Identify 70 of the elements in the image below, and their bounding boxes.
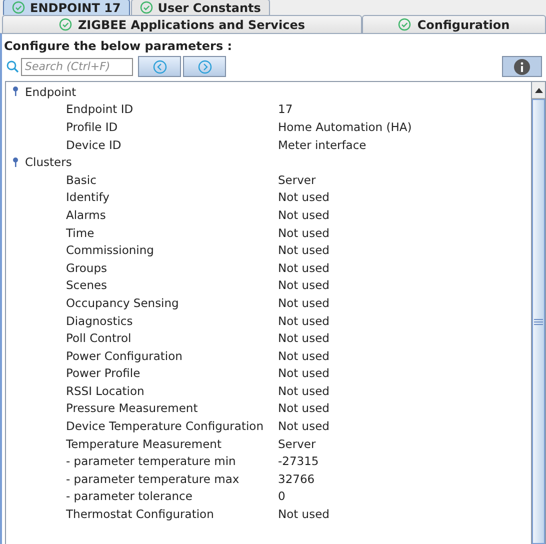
search-icon: [6, 60, 19, 73]
tab[interactable]: ENDPOINT 17: [3, 0, 130, 15]
parameter-value[interactable]: Not used: [278, 348, 330, 363]
parameter-label: Power Configuration: [65, 348, 184, 363]
previous-button[interactable]: [138, 56, 181, 77]
parameter-label: Diagnostics: [65, 314, 134, 328]
parameter-label: Endpoint ID: [65, 102, 134, 116]
parameter-label: Occupancy Sensing: [65, 296, 180, 310]
tree-toggle-icon[interactable]: [12, 86, 19, 98]
parameter-value[interactable]: Not used: [278, 208, 330, 222]
tab[interactable]: Configuration: [362, 15, 546, 33]
parameter-value[interactable]: Not used: [278, 507, 330, 522]
tab[interactable]: ZIGBEE Applications and Services: [2, 15, 362, 33]
parameter-label: - parameter temperature max: [65, 472, 240, 486]
parameter-label: Scenes: [65, 278, 108, 292]
check-circle-icon: [12, 1, 25, 14]
parameter-label: Identify: [65, 190, 110, 204]
tree-group-label[interactable]: Clusters: [25, 155, 72, 170]
section-heading: Configure the below parameters :: [3, 38, 234, 55]
parameter-value[interactable]: Not used: [278, 278, 330, 292]
parameter-value[interactable]: 0: [278, 489, 286, 504]
parameter-value[interactable]: Not used: [278, 331, 330, 346]
parameter-label: Power Profile: [65, 366, 142, 380]
parameter-value[interactable]: 17: [278, 102, 293, 116]
parameter-label: Poll Control: [65, 331, 132, 346]
parameter-label: Time: [65, 226, 96, 240]
parameter-value[interactable]: 32766: [278, 472, 315, 486]
parameter-value[interactable]: Not used: [278, 260, 330, 275]
parameter-value[interactable]: Meter interface: [278, 138, 366, 152]
chevron-left-icon: [152, 60, 166, 74]
parameter-label: Commissioning: [65, 243, 155, 258]
tab[interactable]: User Constants: [130, 0, 270, 15]
parameter-label: Device ID: [65, 138, 122, 152]
parameter-label: - parameter tolerance: [65, 489, 194, 504]
parameter-value[interactable]: Not used: [278, 190, 330, 204]
parameter-label: - parameter temperature min: [65, 454, 237, 468]
parameter-value[interactable]: Not used: [278, 243, 330, 258]
parameter-label: Alarms: [65, 208, 107, 222]
parameter-value[interactable]: Server: [278, 436, 316, 451]
parameter-label: Device Temperature Configuration: [65, 419, 264, 434]
parameter-value[interactable]: Not used: [278, 226, 330, 240]
chevron-right-icon: [198, 60, 212, 74]
scroll-up-icon[interactable]: [534, 88, 542, 92]
parameter-value[interactable]: Not used: [278, 366, 330, 380]
parameter-value[interactable]: Not used: [278, 384, 330, 398]
check-circle-icon: [58, 18, 72, 31]
next-button[interactable]: [183, 56, 226, 77]
parameter-value[interactable]: Not used: [278, 401, 330, 416]
parameter-value[interactable]: Home Automation (HA): [278, 120, 412, 134]
search-field[interactable]: Search (Ctrl+F): [21, 58, 133, 76]
parameter-label: Temperature Measurement: [65, 436, 222, 451]
parameter-value[interactable]: Not used: [278, 314, 330, 328]
parameter-value[interactable]: -27315: [278, 454, 319, 468]
tree-toggle-icon[interactable]: [12, 156, 19, 168]
scrollbar[interactable]: [531, 82, 545, 544]
info-icon: [514, 58, 530, 74]
parameter-value[interactable]: Not used: [278, 419, 330, 434]
parameter-value[interactable]: Not used: [278, 296, 330, 310]
parameter-value[interactable]: Server: [278, 172, 316, 187]
tree-group-label[interactable]: Endpoint: [25, 84, 76, 99]
parameter-label: Profile ID: [65, 120, 119, 134]
check-circle-icon: [398, 18, 412, 31]
check-circle-icon: [140, 1, 153, 14]
parameter-label: Pressure Measurement: [65, 401, 199, 416]
info-button[interactable]: [502, 56, 542, 77]
parameter-label: Groups: [65, 260, 108, 275]
grip-icon: [534, 318, 543, 324]
parameter-label: RSSI Location: [65, 384, 146, 398]
parameter-label: Thermostat Configuration: [65, 507, 215, 522]
parameter-label: Basic: [65, 172, 98, 187]
